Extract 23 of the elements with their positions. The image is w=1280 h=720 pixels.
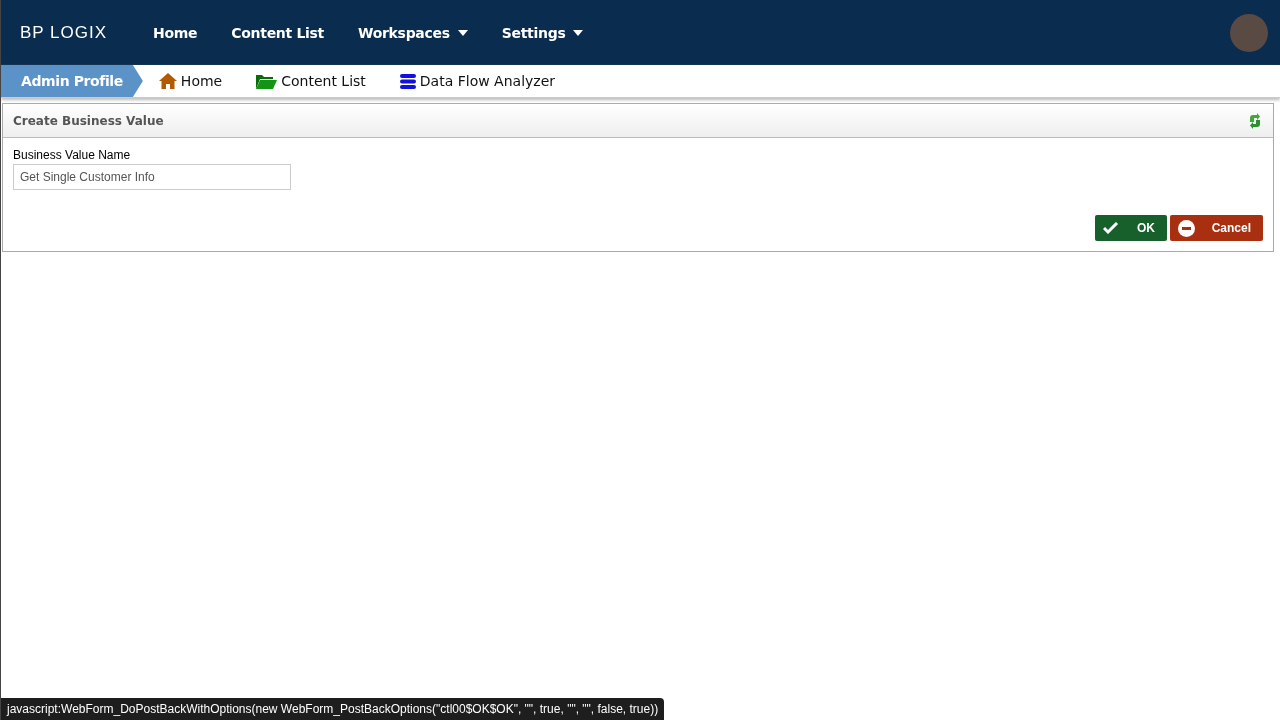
field-label: Business Value Name xyxy=(13,148,132,162)
breadcrumb-label: Content List xyxy=(281,73,366,89)
ok-button[interactable]: OK xyxy=(1095,215,1167,241)
minus-circle-icon xyxy=(1178,219,1195,237)
logo[interactable]: BP LOGIX xyxy=(20,22,108,43)
breadcrumb-link[interactable]: Content List xyxy=(256,73,366,89)
nav-link[interactable]: Home xyxy=(153,24,198,41)
checkmark-icon xyxy=(1103,222,1119,234)
nav-link[interactable]: Content List xyxy=(231,24,324,41)
status-bar: javascript:WebForm_DoPostBackWithOptions(new WebForm_PostBackOptions("ctl00$OK$OK", "", true, "", "", false, true)) xyxy=(1,698,665,720)
cancel-button[interactable]: Cancel xyxy=(1170,215,1263,241)
panel-title: Create Business Value xyxy=(13,113,164,128)
breadcrumb-link[interactable]: Home xyxy=(158,73,223,89)
database-icon xyxy=(399,73,416,89)
nav-link[interactable]: Workspaces xyxy=(358,24,468,41)
breadcrumb-label: Home xyxy=(180,73,223,89)
caret-icon xyxy=(573,29,584,36)
refresh-icon[interactable] xyxy=(1247,112,1263,129)
home-icon xyxy=(158,73,177,89)
caret-icon xyxy=(457,29,468,36)
folder-icon xyxy=(256,73,278,89)
nav-link[interactable]: Settings xyxy=(501,24,584,41)
input-field[interactable]: Get Single Customer Info xyxy=(13,164,291,190)
